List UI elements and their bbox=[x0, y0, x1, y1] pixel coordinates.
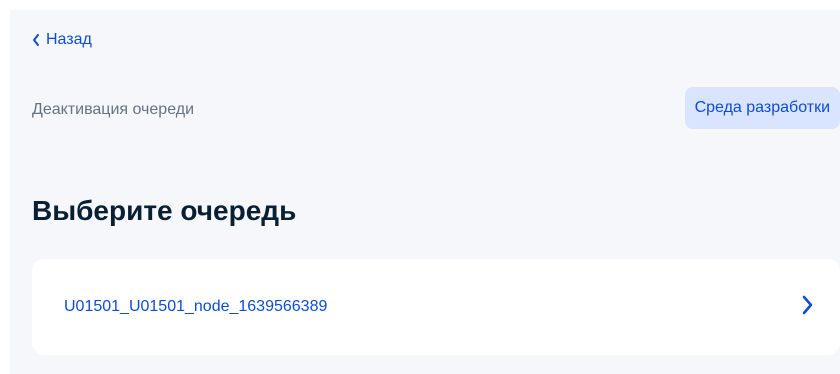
environment-badge: Среда разработки bbox=[684, 87, 840, 129]
chevron-right-icon bbox=[802, 295, 814, 315]
page-container: Назад Деактивация очереди Среда разработ… bbox=[10, 10, 840, 374]
chevron-left-icon bbox=[32, 34, 40, 46]
back-link[interactable]: Назад bbox=[32, 30, 92, 50]
queue-name: U01501_U01501_node_1639566389 bbox=[64, 298, 328, 315]
queue-list-item[interactable]: U01501_U01501_node_1639566389 bbox=[32, 259, 840, 355]
environment-badge-label: Среда разработки bbox=[694, 99, 830, 116]
page-title: Выберите очередь bbox=[32, 195, 297, 226]
page-subtitle: Деактивация очереди bbox=[32, 101, 195, 118]
back-link-label: Назад bbox=[46, 31, 92, 48]
